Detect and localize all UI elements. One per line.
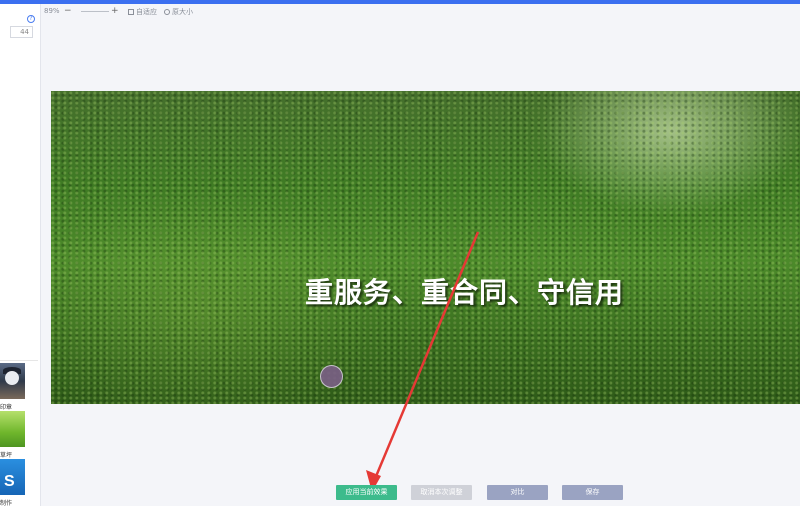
left-panel: ? 44 印章 草坪 S 制作: [0, 4, 41, 506]
size-input[interactable]: 44: [10, 26, 33, 38]
help-icon[interactable]: ?: [27, 15, 35, 23]
grass-photo: [51, 91, 800, 404]
ps-thumbnail[interactable]: S: [0, 459, 25, 495]
slogan-text: 重服务、重合同、守信用: [305, 276, 625, 309]
save-button[interactable]: 保存: [562, 485, 623, 500]
fit-icon: [128, 9, 134, 15]
fit-label: 自适应: [136, 8, 157, 16]
apply-effect-button[interactable]: 应用当前效果: [336, 485, 397, 500]
lawn-thumbnail[interactable]: [0, 411, 25, 447]
thumbnail-label: 草坪: [0, 452, 13, 459]
face-shape: [5, 371, 19, 385]
original-size-label: 原大小: [172, 8, 193, 16]
compare-button[interactable]: 对比: [487, 485, 548, 500]
original-size-button[interactable]: 原大小: [164, 7, 193, 17]
brush-cursor: [320, 365, 343, 388]
thumbnail-list: 印章 草坪 S 制作: [0, 360, 38, 506]
zoom-out-button[interactable]: −: [64, 6, 72, 16]
ps-logo-icon: S: [4, 473, 15, 490]
portrait-thumbnail[interactable]: [0, 363, 25, 399]
magnifier-icon: [164, 9, 170, 15]
zoom-in-button[interactable]: +: [111, 6, 119, 16]
zoom-percent: 89%: [44, 7, 60, 15]
zoom-slider[interactable]: [81, 11, 109, 12]
cancel-adjustment-button[interactable]: 取消本次调整: [411, 485, 472, 500]
top-accent-bar: [0, 0, 800, 4]
thumbnail-label: 制作: [0, 500, 13, 506]
image-canvas[interactable]: 重服务、重合同、守信用: [51, 91, 800, 404]
thumbnail-label: 印章: [0, 404, 13, 411]
fit-to-window-button[interactable]: 自适应: [128, 7, 157, 17]
